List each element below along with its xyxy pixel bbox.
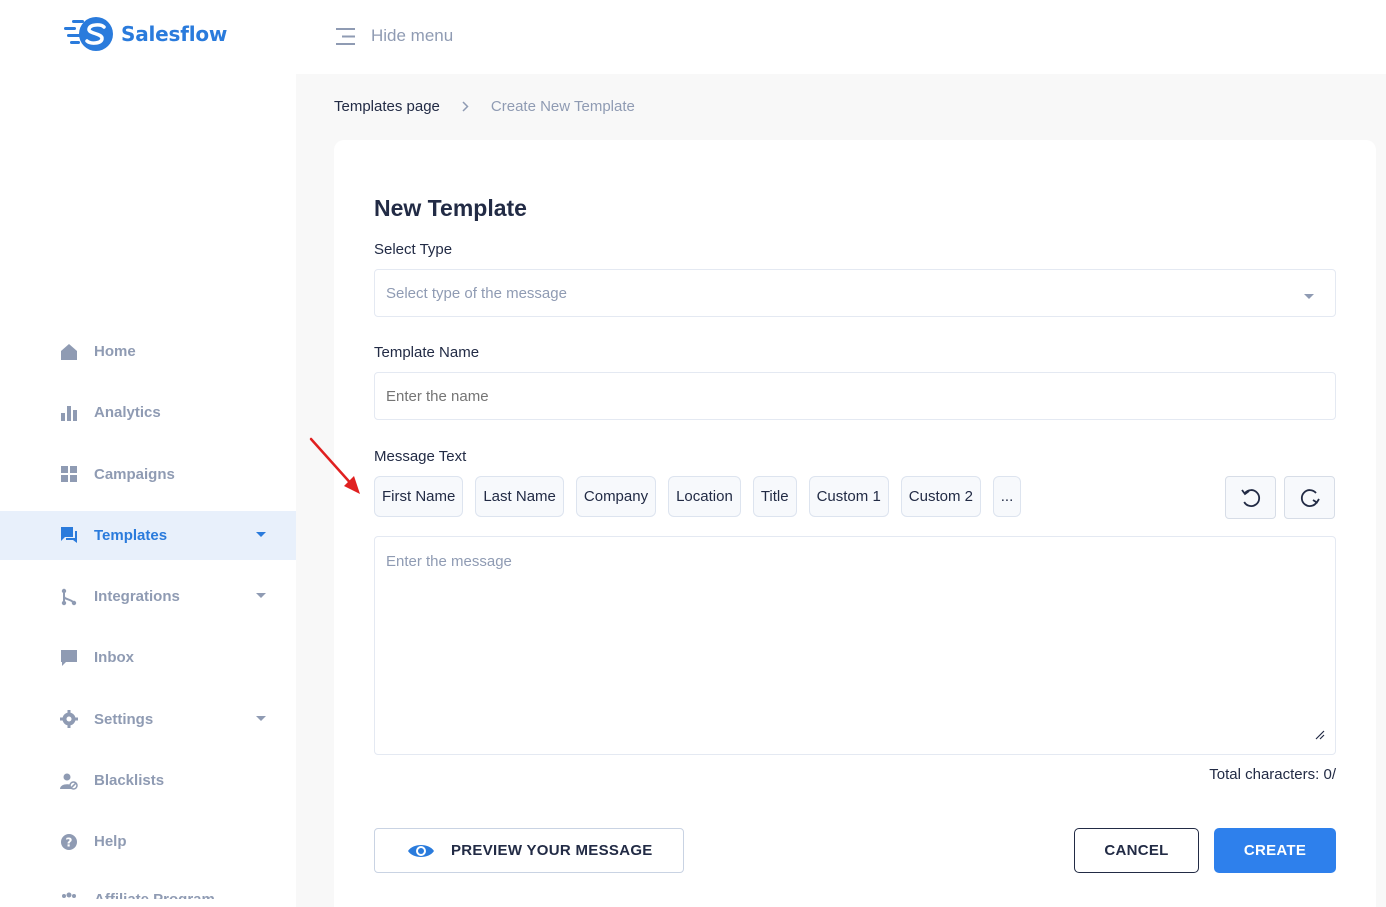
tag-title[interactable]: Title <box>752 476 797 517</box>
message-text-label: Message Text <box>374 448 467 465</box>
hide-menu-toggle[interactable]: Hide menu <box>336 26 453 46</box>
select-type-dropdown[interactable]: Select type of the message <box>374 269 1336 317</box>
sidebar-item-label: Integrations <box>94 588 180 606</box>
logo[interactable]: Salesflow <box>64 16 227 52</box>
question-circle-icon: ? <box>60 833 78 851</box>
tag-location[interactable]: Location <box>668 476 741 517</box>
template-name-input[interactable] <box>374 372 1336 420</box>
redo-button[interactable] <box>1284 476 1335 519</box>
cancel-button[interactable]: CANCEL <box>1074 828 1199 873</box>
grid-icon <box>60 465 78 483</box>
create-button[interactable]: CREATE <box>1214 828 1336 873</box>
sidebar-item-label: Affiliate Program <box>94 891 215 899</box>
tag-first-name[interactable]: First Name <box>374 476 464 517</box>
template-name-label: Template Name <box>374 344 480 361</box>
sidebar-item-blacklists[interactable]: Blacklists <box>0 756 296 805</box>
chevron-down-icon <box>256 531 266 537</box>
bar-chart-icon <box>60 404 78 422</box>
breadcrumb-current: Create New Template <box>490 98 635 115</box>
people-icon <box>60 891 78 899</box>
preview-message-button[interactable]: PREVIEW YOUR MESSAGE <box>374 828 684 873</box>
chat-bubbles-icon <box>60 526 78 544</box>
eye-icon <box>408 844 434 857</box>
sidebar-item-affiliate-program[interactable]: Affiliate Program <box>0 879 296 899</box>
sidebar-item-label: Inbox <box>94 649 134 667</box>
variable-tags: First Name Last Name Company Location Ti… <box>374 476 1033 517</box>
git-branch-icon <box>60 588 78 606</box>
page-title: New Template <box>374 195 527 221</box>
breadcrumb: Templates page Create New Template <box>334 98 635 115</box>
menu-icon <box>336 27 355 45</box>
sidebar: Salesflow Home Analytics Campaigns Templ… <box>0 0 296 907</box>
svg-text:?: ? <box>66 835 73 849</box>
logo-text: Salesflow <box>121 22 228 46</box>
chevron-right-icon <box>462 101 469 112</box>
sidebar-item-label: Settings <box>94 710 154 728</box>
sidebar-item-label: Campaigns <box>94 465 175 483</box>
undo-button[interactable] <box>1225 476 1276 519</box>
preview-button-label: PREVIEW YOUR MESSAGE <box>451 842 653 859</box>
message-textarea[interactable]: Enter the message <box>374 536 1336 755</box>
sidebar-item-templates[interactable]: Templates <box>0 510 296 560</box>
message-icon <box>60 649 78 667</box>
resize-handle-icon[interactable] <box>1315 730 1325 740</box>
undo-icon <box>1240 488 1260 507</box>
select-type-placeholder: Select type of the message <box>386 284 567 302</box>
redo-icon <box>1300 488 1320 507</box>
annotation-arrow-icon <box>309 437 360 494</box>
tag-last-name[interactable]: Last Name <box>475 476 564 517</box>
tag-company[interactable]: Company <box>575 476 657 517</box>
sidebar-item-analytics[interactable]: Analytics <box>0 388 296 437</box>
gear-icon <box>60 710 78 729</box>
home-icon <box>60 343 78 361</box>
select-type-label: Select Type <box>374 241 453 258</box>
salesflow-logo-icon <box>64 17 113 51</box>
sidebar-item-label: Help <box>94 833 127 851</box>
chevron-down-icon <box>1304 294 1314 299</box>
sidebar-item-label: Blacklists <box>94 772 165 790</box>
more-tags-button[interactable]: ... <box>993 476 1021 517</box>
new-template-card: New Template Select Type Select type of … <box>334 140 1376 907</box>
total-characters: Total characters: 0/ <box>1209 766 1336 783</box>
breadcrumb-templates-link[interactable]: Templates page <box>334 98 440 115</box>
sidebar-item-campaigns[interactable]: Campaigns <box>0 450 296 499</box>
sidebar-item-integrations[interactable]: Integrations <box>0 572 296 621</box>
sidebar-item-label: Home <box>94 343 136 360</box>
tag-custom-2[interactable]: Custom 2 <box>900 476 981 517</box>
hide-menu-label: Hide menu <box>371 26 454 45</box>
chevron-down-icon <box>256 593 266 599</box>
top-bar: Hide menu <box>296 0 1386 74</box>
sidebar-item-home[interactable]: Home <box>0 327 296 376</box>
tag-custom-1[interactable]: Custom 1 <box>808 476 889 517</box>
sidebar-item-inbox[interactable]: Inbox <box>0 633 296 682</box>
chevron-down-icon <box>256 715 266 721</box>
message-placeholder: Enter the message <box>386 553 512 570</box>
sidebar-item-settings[interactable]: Settings <box>0 695 296 744</box>
sidebar-nav: Home Analytics Campaigns Templates Integ… <box>0 327 296 907</box>
user-block-icon <box>60 772 78 790</box>
sidebar-item-help[interactable]: ? Help <box>0 817 296 866</box>
sidebar-item-label: Templates <box>94 526 168 544</box>
sidebar-item-label: Analytics <box>94 404 161 422</box>
